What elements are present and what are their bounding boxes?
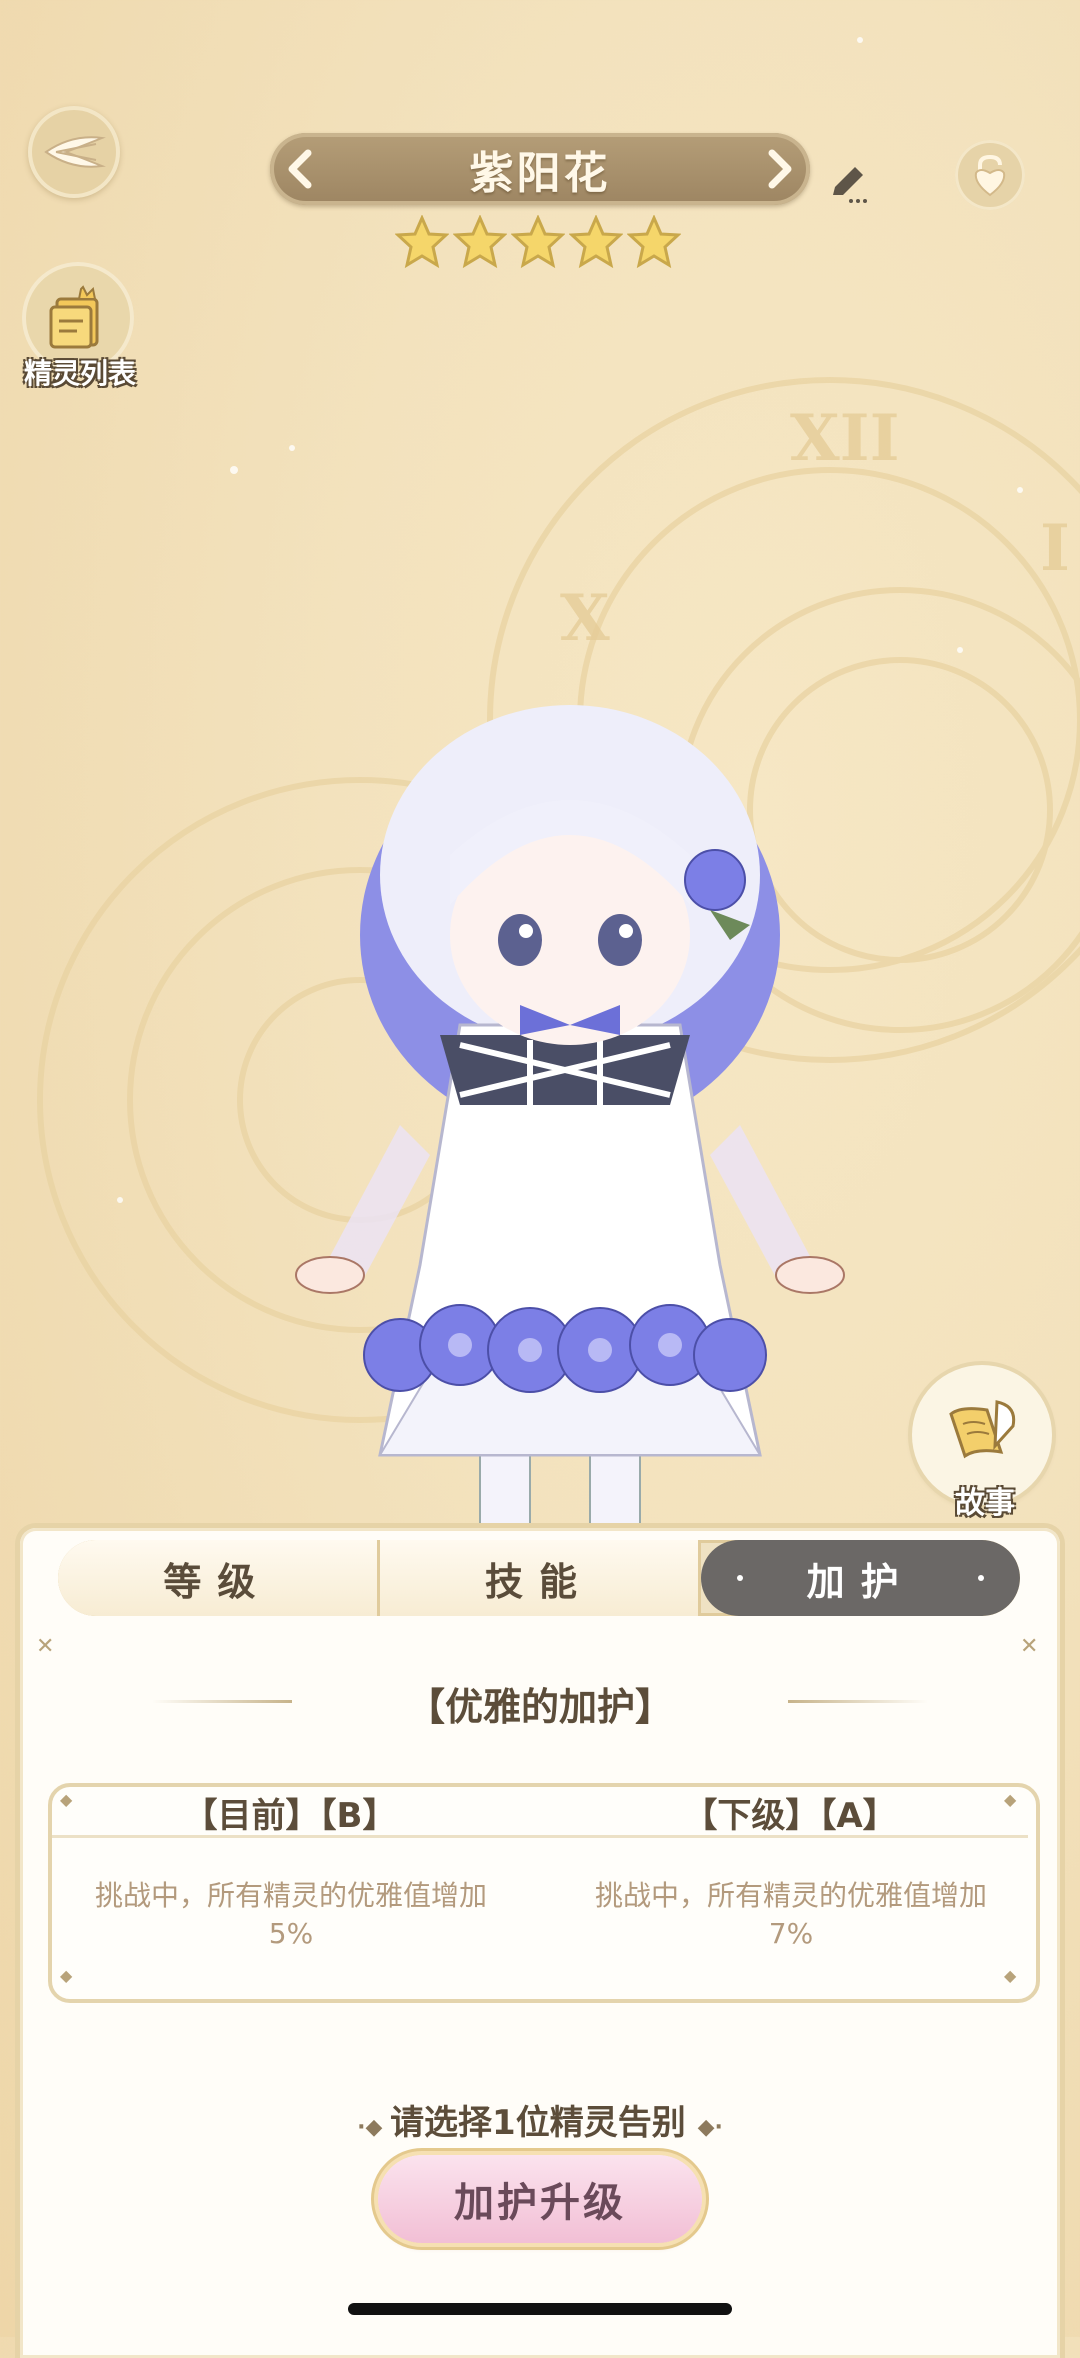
wing-icon: [44, 136, 106, 168]
tab-dot-right: [978, 1575, 985, 1581]
back-button[interactable]: [28, 106, 120, 198]
edit-name-button[interactable]: [822, 158, 872, 208]
current-effect-line1: 挑战中，所有精灵的优雅值增加: [94, 1879, 487, 1912]
star-icon: [395, 215, 449, 269]
box-ornament: ◆: [60, 1966, 73, 1985]
tab-level-label: 等级: [163, 1559, 272, 1604]
character-name: 紫阳花: [469, 148, 611, 199]
svg-text:I: I: [1040, 511, 1070, 586]
tab-blessing-label: 加护: [806, 1559, 915, 1604]
chevron-right-icon: [768, 149, 792, 189]
next-effect-line1: 挑战中，所有精灵的优雅值增加: [594, 1879, 987, 1912]
corner-ornament-right: ✕: [1020, 1634, 1039, 1659]
blessing-upgrade-button[interactable]: 加护升级: [378, 2155, 702, 2243]
svg-text:X: X: [560, 581, 610, 656]
star-rating: [395, 215, 685, 275]
scroll-quill-icon: [949, 1400, 1016, 1459]
tab-blessing[interactable]: 加护: [701, 1540, 1020, 1616]
tab-level[interactable]: 等级: [58, 1540, 380, 1616]
farewell-prompt: ·◆ 请选择1位精灵告别 ◆·: [0, 2095, 1080, 2144]
pencil-icon: [833, 167, 867, 203]
lock-icon: [974, 154, 1006, 197]
prev-character-button[interactable]: [270, 139, 330, 199]
character-sprite[interactable]: [290, 705, 850, 1525]
tab-dot-left: [737, 1575, 744, 1581]
current-level-heading: 【目前】【B】: [183, 1796, 397, 1836]
star-icon: [511, 215, 565, 269]
next-effect-value: 7%: [768, 1917, 814, 1950]
star-icon: [453, 215, 507, 269]
current-effect-text: 挑战中，所有精灵的优雅值增加 5%: [56, 1877, 526, 1953]
home-indicator[interactable]: [348, 2303, 732, 2315]
chevron-left-icon: [288, 149, 312, 189]
star-icon: [569, 215, 623, 269]
corner-ornament-left: ✕: [36, 1634, 55, 1659]
blessing-title: 【优雅的加护】: [406, 1685, 673, 1729]
svg-text:XII: XII: [790, 401, 900, 476]
box-ornament: ◆: [1004, 1966, 1017, 1985]
star-icon: [627, 215, 681, 269]
prompt-ornament-left: ·◆: [357, 2115, 391, 2140]
story-label: 故事: [955, 1486, 1015, 1521]
lock-button[interactable]: [955, 140, 1025, 210]
spirit-list-label: 精灵列表: [23, 357, 136, 390]
tab-skill-label: 技能: [485, 1559, 594, 1604]
next-character-button[interactable]: [750, 139, 810, 199]
tab-bar: 等级 技能 加护: [58, 1540, 1020, 1616]
prompt-ornament-right: ◆·: [697, 2115, 723, 2140]
farewell-prompt-text: 请选择1位精灵告别: [390, 2103, 686, 2143]
tab-skill[interactable]: 技能: [379, 1540, 702, 1616]
next-effect-text: 挑战中，所有精灵的优雅值增加 7%: [556, 1877, 1026, 1953]
current-effect-value: 5%: [268, 1917, 314, 1950]
book-crown-icon: [49, 285, 99, 349]
next-level-heading: 【下级】【A】: [683, 1796, 897, 1836]
character-name-plate: 紫阳花: [270, 133, 810, 205]
